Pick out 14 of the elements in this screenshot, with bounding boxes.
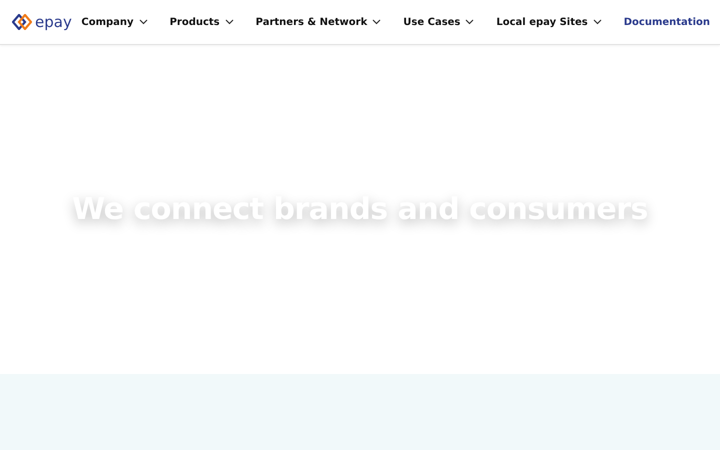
epay-logo[interactable]: epay xyxy=(12,13,72,31)
nav-menu[interactable]: Partners & Network xyxy=(256,16,382,28)
chevron-down-icon xyxy=(224,19,234,25)
nav-link[interactable]: Documentation xyxy=(624,16,710,28)
chevron-down-icon xyxy=(592,19,602,25)
logo-icon xyxy=(12,14,32,30)
nav-menu[interactable]: Local epay Sites xyxy=(496,16,602,28)
chevron-down-icon xyxy=(372,19,382,25)
logo-text: epay xyxy=(35,13,72,31)
nav-menu[interactable]: Use Cases xyxy=(403,16,474,28)
chevron-down-icon xyxy=(465,19,474,25)
chevron-down-icon xyxy=(138,19,148,25)
nav-menu[interactable]: Company xyxy=(81,16,148,28)
nav-menu[interactable]: Products xyxy=(170,16,234,28)
